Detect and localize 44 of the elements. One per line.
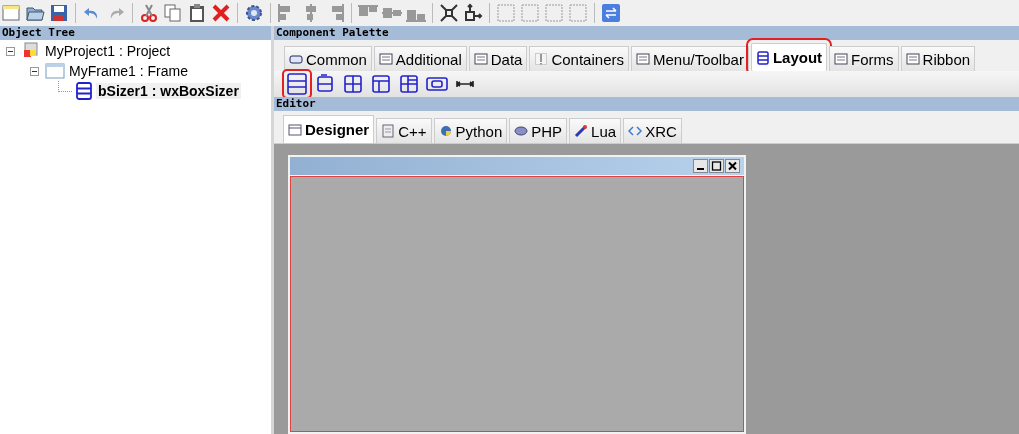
- copy-icon[interactable]: [163, 3, 183, 23]
- panel-title: Component Palette: [274, 26, 1019, 40]
- close-icon[interactable]: [725, 159, 740, 173]
- maximize-icon[interactable]: [709, 159, 724, 173]
- document-icon: [381, 124, 396, 138]
- box-sizer-icon[interactable]: [284, 71, 310, 98]
- button-icon: [289, 52, 303, 67]
- tree-item[interactable]: MyFrame1 : Frame: [67, 63, 190, 79]
- palette-tab[interactable]: Ribbon: [900, 46, 976, 72]
- sizer-icon: [755, 50, 770, 65]
- editor-tab[interactable]: Lua: [569, 118, 622, 143]
- palette-tab[interactable]: Additional: [373, 46, 467, 72]
- palette-tab[interactable]: Menu/Toolbar: [631, 46, 749, 72]
- editor-tab[interactable]: Designer: [283, 115, 375, 143]
- scissors-icon[interactable]: [139, 3, 159, 23]
- swap-icon[interactable]: [601, 3, 621, 23]
- editor-tab[interactable]: Python: [433, 118, 508, 143]
- editor-tab[interactable]: C++: [376, 118, 432, 143]
- collapse-icon[interactable]: [30, 66, 39, 76]
- gear-icon[interactable]: [244, 3, 264, 23]
- minimize-icon[interactable]: [693, 159, 708, 173]
- code-icon: [628, 124, 643, 138]
- editor-tab[interactable]: XRC: [623, 118, 682, 143]
- frame-icon: [45, 62, 65, 80]
- delete-icon[interactable]: [211, 3, 231, 23]
- panel-title: Object Tree: [0, 26, 271, 40]
- save-icon[interactable]: [49, 3, 69, 23]
- palette-tab[interactable]: Data: [468, 46, 528, 72]
- clipboard-icon[interactable]: [187, 3, 207, 23]
- tree-item[interactable]: bSizer1 : wxBoxSizer: [96, 83, 241, 99]
- project-icon: [21, 42, 41, 60]
- expand-icon[interactable]: [439, 3, 459, 23]
- palette-tab[interactable]: Containers: [529, 46, 629, 72]
- form-icon: [288, 122, 302, 137]
- stretch-icon[interactable]: [463, 3, 483, 23]
- palette-tab[interactable]: Forms: [829, 46, 899, 72]
- collapse-icon[interactable]: [6, 46, 15, 56]
- panel-icon: [534, 52, 549, 67]
- list-icon: [378, 52, 393, 67]
- panel-title: Editor: [274, 97, 1019, 112]
- tree-item[interactable]: MyProject1 : Project: [43, 43, 173, 59]
- editor-tab[interactable]: PHP: [509, 118, 568, 143]
- sizer-icon: [74, 82, 94, 100]
- palette-tab[interactable]: Common: [284, 46, 372, 72]
